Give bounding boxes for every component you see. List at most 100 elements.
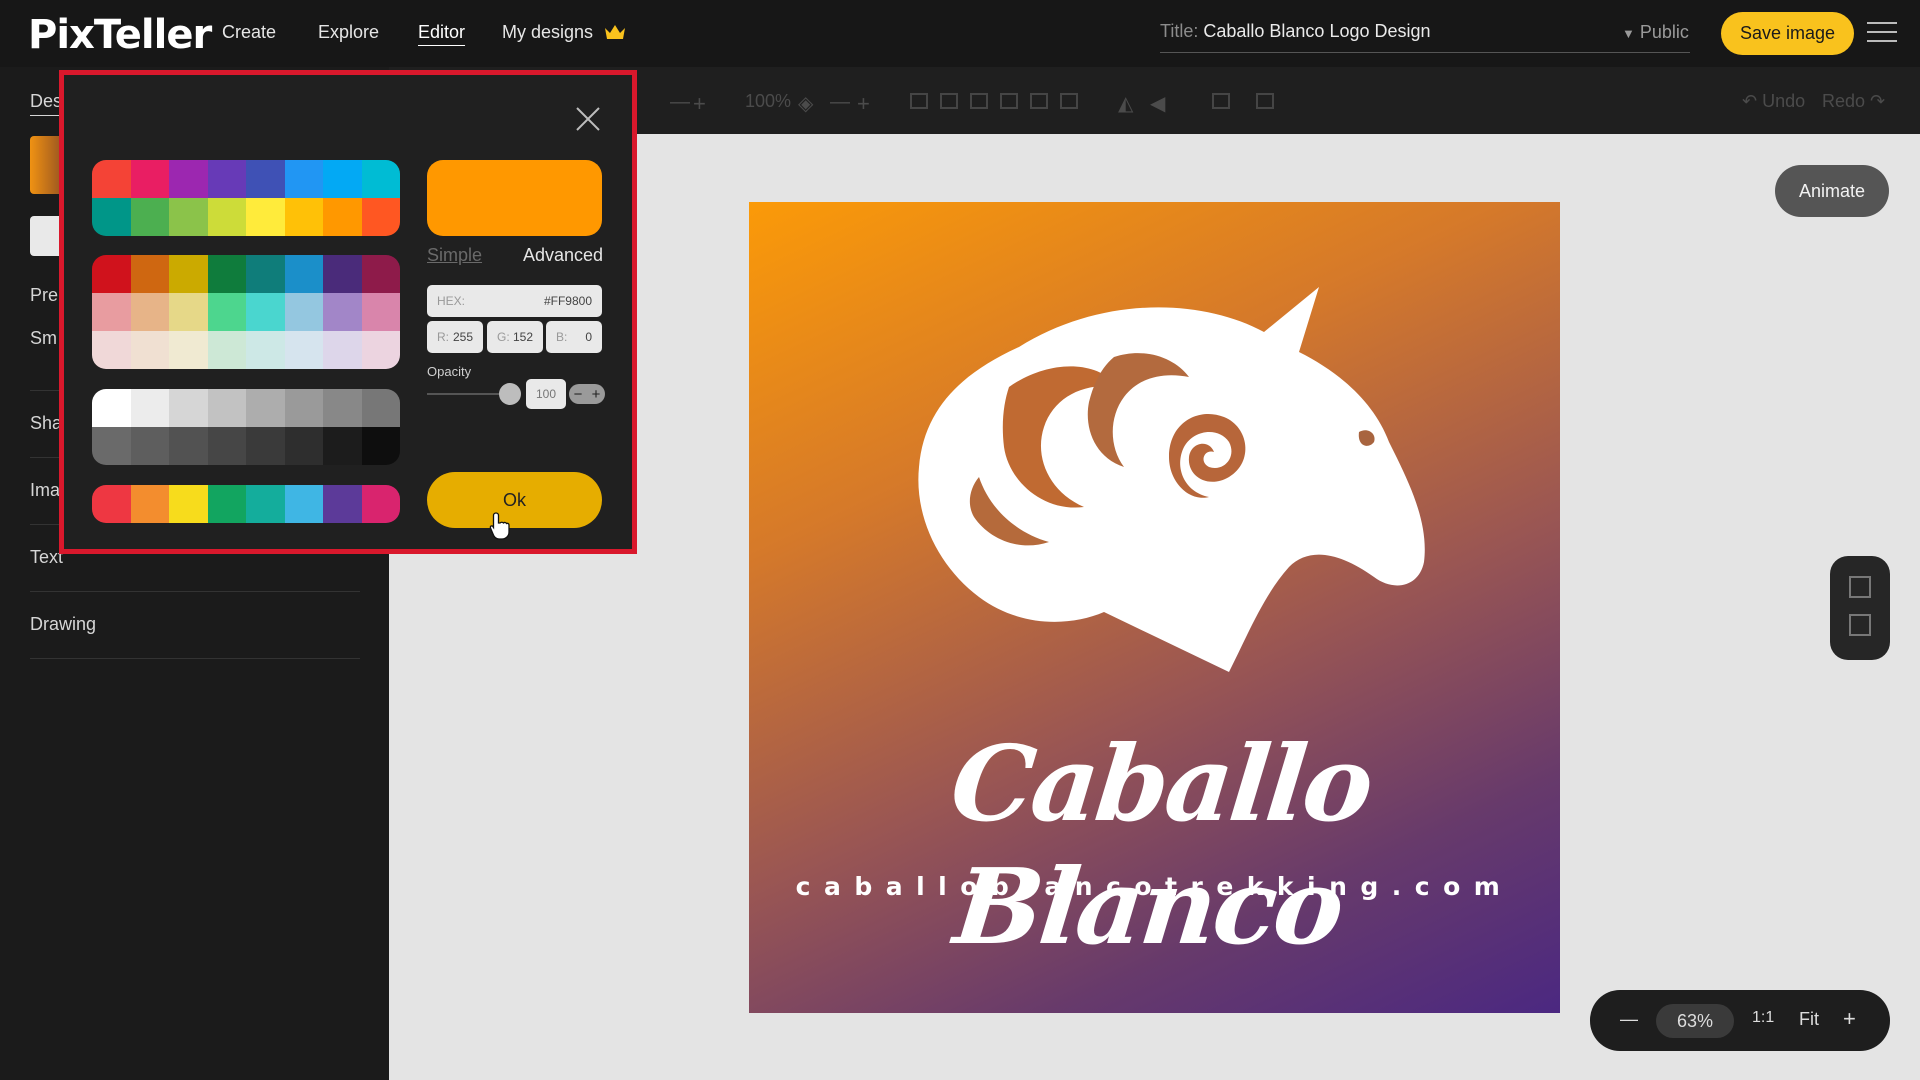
zoom-in-button[interactable]: + [1843, 1006, 1856, 1032]
color-swatch[interactable] [130, 331, 169, 369]
color-swatch[interactable] [361, 331, 400, 369]
color-swatch[interactable] [323, 485, 362, 523]
color-swatch[interactable] [284, 293, 323, 331]
color-swatch[interactable] [361, 198, 400, 236]
color-swatch[interactable] [284, 427, 323, 465]
zoom-percentage[interactable]: 63% [1656, 1004, 1734, 1038]
sidebar-item-drawing[interactable]: Drawing [30, 614, 96, 635]
nav-my-designs[interactable]: My designs [502, 22, 626, 43]
transparency-icon[interactable]: ◈ [798, 91, 813, 116]
redo-button[interactable]: Redo ↷ [1822, 91, 1885, 112]
color-swatch[interactable] [361, 485, 400, 523]
color-swatch[interactable] [284, 331, 323, 369]
color-swatch[interactable] [207, 427, 246, 465]
sidebar-item-smart[interactable]: Sm [30, 328, 57, 349]
color-swatch[interactable] [246, 427, 285, 465]
red-field[interactable]: R: 255 [427, 321, 483, 353]
color-swatch[interactable] [207, 160, 246, 198]
toolbar-minus-icon[interactable]: — [830, 91, 850, 114]
align-top-icon[interactable] [1000, 93, 1018, 109]
color-swatch[interactable] [207, 389, 246, 427]
plus-icon[interactable]: + [592, 386, 601, 403]
color-swatch[interactable] [284, 255, 323, 293]
color-swatch[interactable] [92, 331, 131, 369]
color-swatch[interactable] [246, 331, 285, 369]
color-swatch[interactable] [92, 427, 131, 465]
color-swatch[interactable] [92, 160, 131, 198]
minus-icon[interactable]: − [574, 386, 583, 403]
color-swatch[interactable] [284, 389, 323, 427]
opacity-slider-knob[interactable] [499, 383, 521, 405]
color-swatch[interactable] [207, 255, 246, 293]
color-swatch[interactable] [323, 198, 362, 236]
color-swatch[interactable] [323, 293, 362, 331]
color-swatch[interactable] [169, 427, 208, 465]
opacity-stepper[interactable]: − + [569, 384, 605, 404]
design-title-field[interactable]: Title: Caballo Blanco Logo Design [1160, 21, 1690, 53]
color-swatch[interactable] [169, 389, 208, 427]
color-swatch[interactable] [130, 293, 169, 331]
flip-horizontal-icon[interactable]: ◭ [1118, 91, 1133, 116]
color-swatch[interactable] [361, 427, 400, 465]
color-swatch[interactable] [323, 389, 362, 427]
color-swatch[interactable] [246, 160, 285, 198]
visibility-dropdown[interactable]: ▼ Public [1622, 22, 1689, 43]
menu-icon[interactable] [1867, 22, 1897, 44]
align-bottom-icon[interactable] [1060, 93, 1078, 109]
blue-field[interactable]: B: 0 [546, 321, 602, 353]
zoom-in-tool[interactable]: + [693, 91, 706, 117]
zoom-fit-button[interactable]: Fit [1799, 1009, 1819, 1030]
color-swatch[interactable] [284, 198, 323, 236]
color-swatch[interactable] [284, 485, 323, 523]
color-swatch[interactable] [246, 198, 285, 236]
color-swatch[interactable] [169, 160, 208, 198]
ok-button[interactable]: Ok [427, 472, 602, 528]
background-color-thumb[interactable] [30, 136, 60, 194]
undo-button[interactable]: ↶ Undo [1742, 91, 1805, 112]
delete-layer-icon[interactable] [1256, 93, 1274, 109]
color-swatch[interactable] [92, 255, 131, 293]
color-swatch[interactable] [246, 485, 285, 523]
color-swatch[interactable] [246, 293, 285, 331]
color-swatch[interactable] [207, 331, 246, 369]
color-swatch[interactable] [323, 331, 362, 369]
color-swatch[interactable] [361, 389, 400, 427]
color-swatch[interactable] [130, 485, 169, 523]
color-swatch[interactable] [92, 198, 131, 236]
title-value[interactable]: Caballo Blanco Logo Design [1203, 21, 1430, 41]
color-swatch[interactable] [169, 255, 208, 293]
zoom-out-tool[interactable]: — [670, 91, 690, 114]
design-canvas[interactable]: Caballo Blanco caballoblancotrekking.com [749, 202, 1560, 1013]
align-center-icon[interactable] [940, 93, 958, 109]
align-middle-icon[interactable] [1030, 93, 1048, 109]
zoom-actual-size-button[interactable]: 1:1 [1752, 1009, 1774, 1027]
nav-explore[interactable]: Explore [318, 22, 379, 43]
color-swatch[interactable] [246, 255, 285, 293]
color-swatch[interactable] [130, 198, 169, 236]
color-swatch[interactable] [323, 160, 362, 198]
color-swatch[interactable] [207, 485, 246, 523]
animate-button[interactable]: Animate [1775, 165, 1889, 217]
color-swatch[interactable] [92, 389, 131, 427]
duplicate-layer-icon[interactable] [1212, 93, 1230, 109]
nav-editor[interactable]: Editor [418, 22, 465, 43]
color-swatch[interactable] [169, 293, 208, 331]
align-left-icon[interactable] [910, 93, 928, 109]
sidebar-item-images[interactable]: Ima [30, 480, 60, 501]
color-swatch[interactable] [361, 255, 400, 293]
sidebar-item-shapes[interactable]: Sha [30, 413, 62, 434]
color-swatch[interactable] [361, 293, 400, 331]
color-swatch[interactable] [323, 427, 362, 465]
color-swatch[interactable] [130, 160, 169, 198]
color-swatch[interactable] [92, 485, 131, 523]
align-right-icon[interactable] [970, 93, 988, 109]
color-swatch[interactable] [246, 389, 285, 427]
color-swatch[interactable] [169, 485, 208, 523]
duplicate-page-icon[interactable] [1849, 614, 1871, 636]
sidebar-tab-design[interactable]: Des [30, 91, 62, 112]
add-page-icon[interactable] [1849, 576, 1871, 598]
tab-simple[interactable]: Simple [427, 245, 482, 266]
green-field[interactable]: G: 152 [487, 321, 543, 353]
hex-field[interactable]: HEX: #FF9800 [427, 285, 602, 317]
opacity-input[interactable]: 100 [526, 379, 566, 409]
